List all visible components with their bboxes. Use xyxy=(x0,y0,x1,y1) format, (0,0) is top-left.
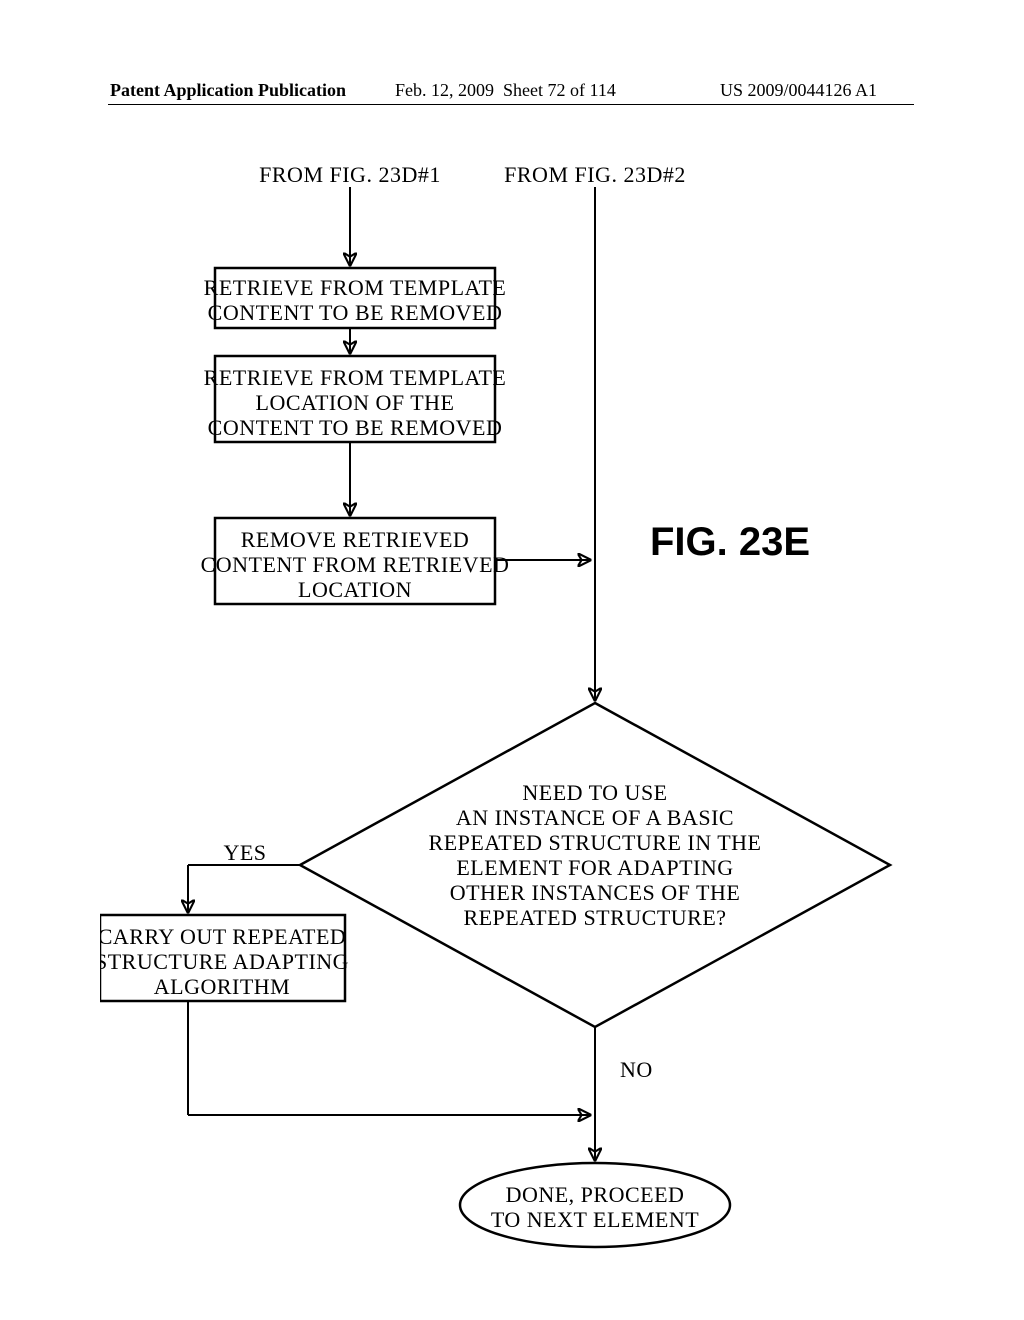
box3-line1: REMOVE RETRIEVED xyxy=(241,527,470,552)
decision-line2: AN INSTANCE OF A BASIC xyxy=(456,805,734,830)
header-publication: Patent Application Publication xyxy=(110,80,346,101)
box1-line1: RETRIEVE FROM TEMPLATE xyxy=(204,275,507,300)
figure-label: FIG. 23E xyxy=(650,520,810,564)
from-label-1: FROM FIG. 23D#1 xyxy=(259,162,441,187)
terminator-line1: DONE, PROCEED xyxy=(506,1182,685,1207)
box2-line3: CONTENT TO BE REMOVED xyxy=(208,415,503,440)
no-label: NO xyxy=(620,1057,653,1082)
decision-line3: REPEATED STRUCTURE IN THE xyxy=(429,830,762,855)
box2-line1: RETRIEVE FROM TEMPLATE xyxy=(204,365,507,390)
header-pub-number: US 2009/0044126 A1 xyxy=(720,80,877,101)
yes-label: YES xyxy=(223,840,266,865)
box4-line1: CARRY OUT REPEATED xyxy=(100,924,346,949)
box4-line2: STRUCTURE ADAPTING xyxy=(100,949,349,974)
terminator-line2: TO NEXT ELEMENT xyxy=(491,1207,699,1232)
decision-line6: REPEATED STRUCTURE? xyxy=(463,905,726,930)
header-date-sheet: Feb. 12, 2009 Sheet 72 of 114 xyxy=(395,80,616,101)
header-divider xyxy=(108,104,914,105)
box2-line2: LOCATION OF THE xyxy=(256,390,455,415)
box3-line3: LOCATION xyxy=(298,577,412,602)
box1-line2: CONTENT TO BE REMOVED xyxy=(208,300,503,325)
box4-line3: ALGORITHM xyxy=(154,974,291,999)
decision-line5: OTHER INSTANCES OF THE xyxy=(450,880,741,905)
box3-line2: CONTENT FROM RETRIEVED xyxy=(201,552,510,577)
flowchart-diagram: FROM FIG. 23D#1 FROM FIG. 23D#2 RETRIEVE… xyxy=(100,155,920,1275)
decision-line1: NEED TO USE xyxy=(522,780,667,805)
decision-line4: ELEMENT FOR ADAPTING xyxy=(456,855,733,880)
from-label-2: FROM FIG. 23D#2 xyxy=(504,162,686,187)
